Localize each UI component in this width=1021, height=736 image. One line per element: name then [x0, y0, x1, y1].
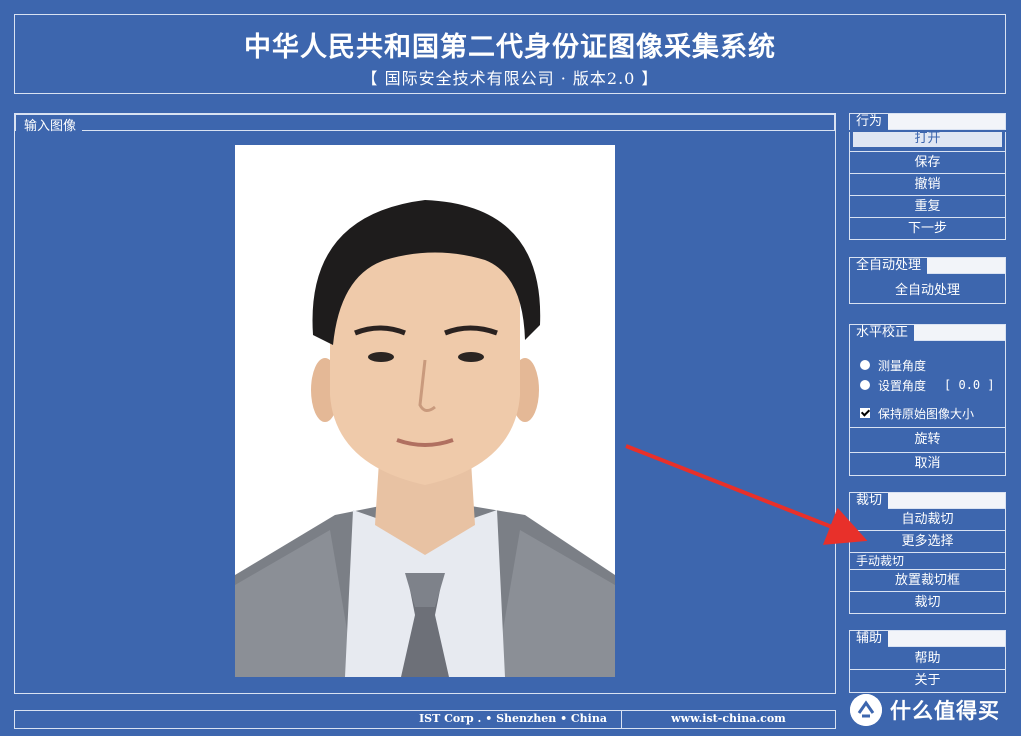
- auto-process-group-title: 全自动处理: [849, 257, 1006, 274]
- portrait-photo: [235, 145, 615, 677]
- input-panel-title: 输入图像: [16, 120, 83, 135]
- watermark-logo-icon: [850, 694, 882, 726]
- crop-button[interactable]: 裁切: [849, 592, 1006, 614]
- help-button[interactable]: 帮助: [849, 647, 1006, 670]
- input-image-panel: 输入图像: [14, 113, 836, 694]
- next-step-button[interactable]: 下一步: [849, 218, 1006, 240]
- keep-size-checkbox[interactable]: [860, 408, 870, 418]
- assist-group-title: 辅助: [849, 630, 1006, 647]
- keep-size-label: 保持原始图像大小: [878, 406, 975, 421]
- arrow-line: [625, 444, 868, 545]
- footer-website[interactable]: www.ist-china.com: [622, 711, 835, 728]
- watermark: 什么值得买: [850, 690, 1016, 730]
- redo-button[interactable]: 重复: [849, 196, 1006, 218]
- keep-size-option[interactable]: 保持原始图像大小: [850, 403, 1005, 423]
- portrait-illustration: [235, 145, 615, 677]
- level-options: 测量角度 设置角度 [ 0.0 ] 保持原始图像大小: [849, 341, 1006, 428]
- auto-process-button[interactable]: 全自动处理: [849, 274, 1006, 304]
- annotation-arrow: [625, 444, 868, 545]
- manual-crop-label: 手动裁切: [849, 553, 1006, 570]
- place-crop-frame-button[interactable]: 放置裁切框: [849, 570, 1006, 592]
- watermark-text: 什么值得买: [890, 699, 1000, 723]
- open-button[interactable]: 打开: [853, 132, 1002, 147]
- input-panel-titlebar: 输入图像: [15, 114, 835, 135]
- measure-angle-option[interactable]: 测量角度: [850, 355, 1005, 375]
- actions-group: 行为 打开 保存 撤销 重复 下一步: [849, 113, 1006, 240]
- set-angle-label: 设置角度: [878, 378, 927, 393]
- undo-button[interactable]: 撤销: [849, 174, 1006, 196]
- measure-angle-radio[interactable]: [860, 360, 870, 370]
- app-title: 中华人民共和国第二代身份证图像采集系统: [244, 32, 776, 63]
- actions-group-title: 行为: [849, 113, 1006, 130]
- set-angle-radio[interactable]: [860, 380, 870, 390]
- open-button-wrap: 打开: [849, 132, 1006, 152]
- header-banner: 中华人民共和国第二代身份证图像采集系统 【 国际安全技术有限公司 · 版本2.0…: [14, 14, 1006, 94]
- auto-process-group: 全自动处理 全自动处理: [849, 257, 1006, 304]
- level-correction-group-title: 水平校正: [849, 324, 1006, 341]
- assist-group: 辅助 帮助 关于: [849, 630, 1006, 693]
- app-subtitle: 【 国际安全技术有限公司 · 版本2.0 】: [361, 69, 659, 88]
- save-button[interactable]: 保存: [849, 152, 1006, 174]
- measure-angle-label: 测量角度: [878, 358, 927, 373]
- angle-value-field[interactable]: [ 0.0 ]: [944, 378, 995, 392]
- set-angle-option[interactable]: 设置角度 [ 0.0 ]: [850, 375, 1005, 395]
- footer-bar: IST Corp . • Shenzhen • China www.ist-ch…: [14, 710, 836, 729]
- footer-company: IST Corp . • Shenzhen • China: [15, 711, 622, 728]
